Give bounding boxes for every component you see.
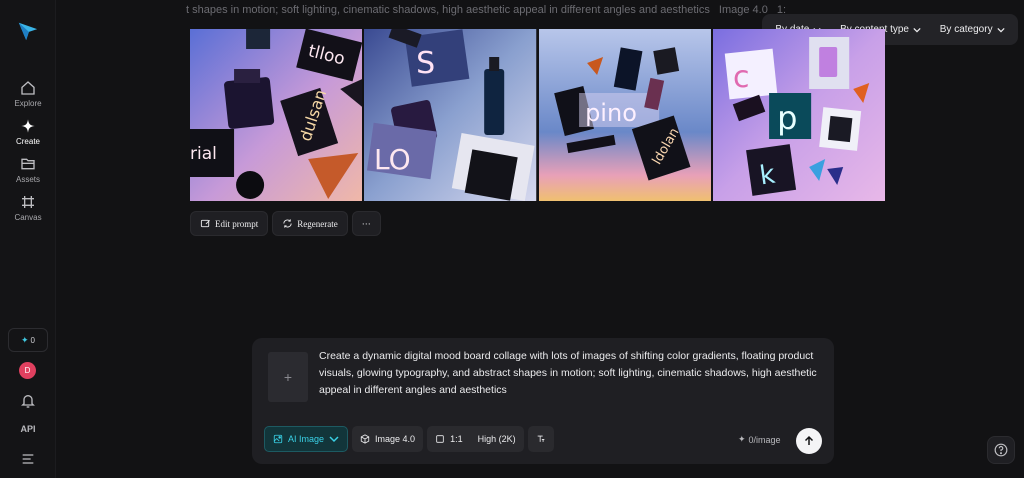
chevron-down-icon: [913, 27, 921, 32]
image-actions: Edit prompt Regenerate ···: [190, 211, 381, 236]
model-selector[interactable]: Image 4.0: [352, 426, 424, 452]
credit-cost: ✦ 0/image: [738, 434, 781, 445]
model-label: Image 4.0: [375, 434, 416, 444]
filter-by-category[interactable]: By category: [940, 24, 1005, 35]
edit-icon: [200, 219, 210, 228]
quality-label: High (2K): [477, 434, 516, 444]
mode-selector[interactable]: AI Image: [264, 426, 349, 452]
cube-icon: [360, 434, 370, 444]
credit-sparkle-icon: ✦: [738, 434, 746, 444]
sidebar-item-explore[interactable]: Explore: [0, 80, 56, 108]
home-icon: [21, 81, 35, 95]
frame-icon: [22, 196, 34, 208]
sidebar-item-label: Canvas: [14, 213, 42, 222]
prompt-composer: + Create a dynamic digital mood board co…: [252, 338, 834, 464]
ratio-quality-selector[interactable]: 1:1 High (2K): [427, 426, 524, 452]
menu-icon[interactable]: [20, 451, 36, 467]
glowing-word: c: [733, 60, 750, 95]
sidebar-item-label: Explore: [14, 99, 42, 108]
credit-cost-label: 0/image: [748, 434, 781, 445]
regenerate-label: Regenerate: [297, 218, 338, 229]
previous-prompt-strip: t shapes in motion; soft lighting, cinem…: [186, 4, 786, 16]
credit-sparkle-icon: ✦: [21, 334, 29, 345]
sidebar-item-assets[interactable]: Assets: [0, 156, 56, 184]
api-link[interactable]: API: [0, 424, 56, 434]
previous-prompt-text: t shapes in motion; soft lighting, cinem…: [186, 4, 710, 16]
generated-image-4[interactable]: c p k: [712, 29, 885, 201]
glowing-word: rial: [190, 144, 217, 164]
glowing-word: S: [416, 46, 435, 81]
prompt-input[interactable]: Create a dynamic digital mood board coll…: [319, 348, 824, 399]
plus-icon: +: [283, 369, 293, 385]
bell-icon[interactable]: [20, 393, 36, 409]
refresh-icon: [283, 219, 292, 228]
sparkle-icon: [21, 119, 35, 133]
regenerate-button[interactable]: Regenerate: [272, 211, 348, 236]
help-button[interactable]: [987, 436, 1015, 464]
generated-image-grid: tlloo dulsan rial S LO pino ldolan c p k: [190, 29, 885, 201]
text-format-icon: [537, 435, 544, 442]
sidebar-item-create[interactable]: Create: [0, 118, 56, 146]
glowing-word: pino: [585, 99, 637, 127]
glowing-word: LO: [374, 143, 411, 176]
image-mode-icon: [273, 434, 283, 444]
sidebar-item-label: Create: [15, 137, 40, 146]
upload-image-slot[interactable]: +: [268, 352, 308, 402]
generated-image-1[interactable]: tlloo dulsan rial: [190, 29, 363, 201]
aspect-ratio-icon: [436, 435, 444, 443]
composer-toolbar: AI Image Image 4.0 1:1 High (2K): [264, 426, 554, 452]
text-style-button[interactable]: [527, 426, 554, 452]
folder-icon: [21, 158, 35, 170]
generate-button[interactable]: [796, 428, 822, 454]
sidebar-item-label: Assets: [15, 175, 40, 184]
sidebar: Explore Create Assets Canvas ✦ 0 D API: [0, 0, 56, 478]
edit-prompt-button[interactable]: Edit prompt: [190, 211, 269, 236]
mode-label: AI Image: [288, 434, 325, 444]
chevron-down-icon: [329, 436, 339, 443]
edit-prompt-label: Edit prompt: [215, 218, 259, 229]
more-options-button[interactable]: ···: [351, 211, 381, 236]
generated-image-2[interactable]: S LO: [364, 29, 537, 201]
filter-label: By category: [939, 24, 993, 35]
app-logo-icon[interactable]: [17, 20, 39, 42]
previous-prompt-model: Image 4.0: [718, 4, 768, 16]
credits-count: 0: [30, 335, 35, 345]
chevron-down-icon: [996, 27, 1005, 32]
glowing-word: p: [777, 99, 797, 137]
more-icon: ···: [361, 218, 371, 229]
question-icon: [994, 443, 1008, 457]
generated-image-3[interactable]: pino ldolan: [538, 29, 711, 201]
arrow-up-icon: [804, 435, 814, 445]
avatar[interactable]: D: [19, 362, 36, 379]
credits-badge[interactable]: ✦ 0: [8, 328, 48, 352]
sidebar-item-canvas[interactable]: Canvas: [0, 194, 56, 222]
ratio-label: 1:1: [450, 434, 463, 444]
